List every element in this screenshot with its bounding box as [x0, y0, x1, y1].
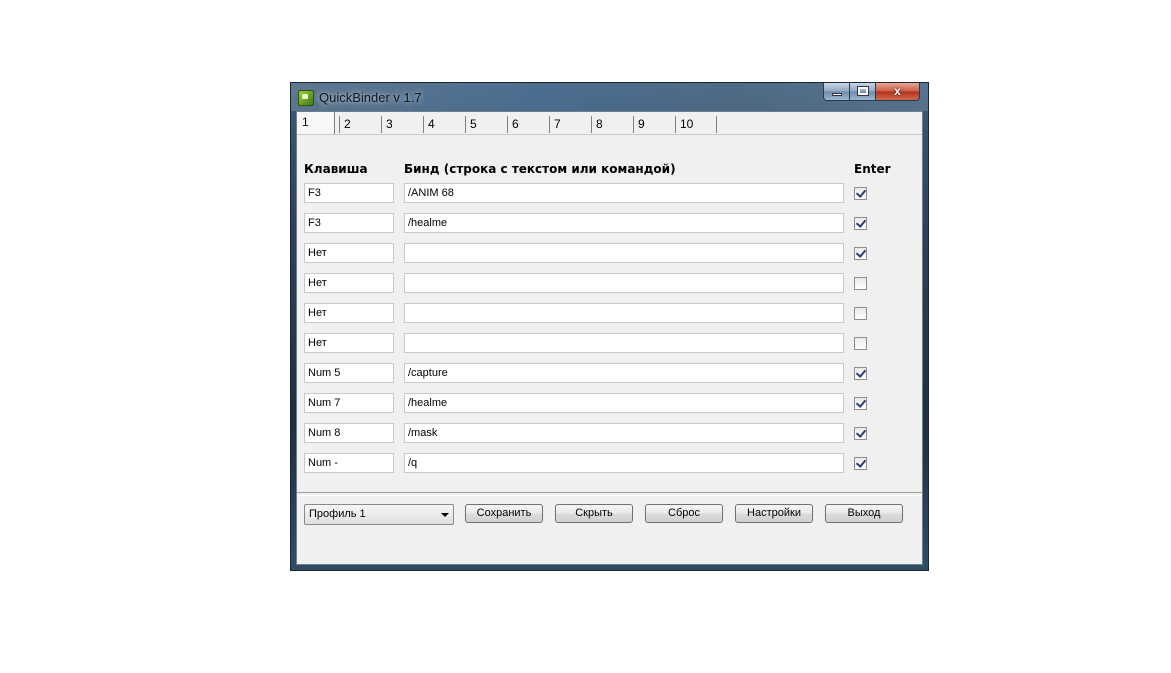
bind-text-field[interactable]: /healme [404, 393, 844, 413]
maximize-button[interactable] [850, 83, 876, 101]
enter-checkbox[interactable] [854, 367, 867, 380]
bind-row: Num - /q [297, 453, 922, 473]
hotkey-field[interactable]: Num - [304, 453, 394, 473]
hotkey-field[interactable]: Нет [304, 273, 394, 293]
bind-text-field[interactable] [404, 273, 844, 293]
close-button[interactable]: x [876, 83, 920, 101]
hotkey-field[interactable]: F3 [304, 183, 394, 203]
hotkey-field[interactable]: Нет [304, 333, 394, 353]
title-bar[interactable]: QuickBinder v 1.7 x [291, 83, 928, 111]
tab-5[interactable]: 5 [465, 116, 507, 133]
settings-button[interactable]: Настройки [735, 504, 813, 523]
enter-checkbox[interactable] [854, 217, 867, 230]
tab-strip: 1 2 3 4 5 6 7 8 9 10 [297, 112, 922, 135]
hotkey-field[interactable]: Num 7 [304, 393, 394, 413]
bind-row: Нет [297, 243, 922, 263]
exit-button[interactable]: Выход [825, 504, 903, 523]
chevron-down-icon [441, 513, 449, 517]
enter-checkbox[interactable] [854, 337, 867, 350]
hotkey-field[interactable]: Нет [304, 303, 394, 323]
profile-select-value: Профиль 1 [309, 508, 366, 520]
minimize-icon [832, 93, 842, 96]
bind-text-field[interactable]: /ANIM 68 [404, 183, 844, 203]
hotkey-field[interactable]: Num 5 [304, 363, 394, 383]
maximize-icon [857, 86, 869, 96]
tab-9[interactable]: 9 [633, 116, 675, 133]
bind-text-field[interactable]: /healme [404, 213, 844, 233]
enter-column-header: Enter [854, 162, 891, 176]
key-column-header: Клавиша [304, 162, 368, 176]
enter-checkbox[interactable] [854, 457, 867, 470]
close-icon: x [894, 84, 901, 98]
bind-text-field[interactable]: /mask [404, 423, 844, 443]
tab-6[interactable]: 6 [507, 116, 549, 133]
enter-checkbox[interactable] [854, 187, 867, 200]
tab-8[interactable]: 8 [591, 116, 633, 133]
hotkey-field[interactable]: F3 [304, 213, 394, 233]
window-title: QuickBinder v 1.7 [319, 90, 422, 105]
bind-row: Нет [297, 333, 922, 353]
bind-column-header: Бинд (строка с текстом или командой) [404, 162, 676, 176]
tab-2[interactable]: 2 [339, 116, 381, 133]
enter-checkbox[interactable] [854, 307, 867, 320]
bind-row: Нет [297, 303, 922, 323]
tab-10[interactable]: 10 [675, 116, 717, 133]
tab-1[interactable]: 1 [297, 112, 335, 134]
enter-checkbox[interactable] [854, 427, 867, 440]
minimize-button[interactable] [823, 83, 850, 101]
bind-row: F3 /healme [297, 213, 922, 233]
bind-text-field[interactable]: /q [404, 453, 844, 473]
bind-row: F3 /ANIM 68 [297, 183, 922, 203]
enter-checkbox[interactable] [854, 247, 867, 260]
save-button[interactable]: Сохранить [465, 504, 543, 523]
tab-7[interactable]: 7 [549, 116, 591, 133]
bind-row: Num 5 /capture [297, 363, 922, 383]
caption-buttons: x [823, 83, 920, 103]
bind-text-field[interactable]: /capture [404, 363, 844, 383]
bind-row: Num 8 /mask [297, 423, 922, 443]
bind-text-field[interactable] [404, 303, 844, 323]
divider [297, 492, 922, 496]
bind-text-field[interactable] [404, 333, 844, 353]
app-window: QuickBinder v 1.7 x 1 2 3 4 5 6 7 8 9 10 [290, 82, 929, 571]
bind-text-field[interactable] [404, 243, 844, 263]
app-icon [298, 90, 314, 106]
client-area: 1 2 3 4 5 6 7 8 9 10 Клавиша Бинд (строк… [296, 111, 923, 565]
bind-row: Num 7 /healme [297, 393, 922, 413]
tab-4[interactable]: 4 [423, 116, 465, 133]
enter-checkbox[interactable] [854, 277, 867, 290]
profile-select[interactable]: Профиль 1 [304, 504, 454, 525]
hide-button[interactable]: Скрыть [555, 504, 633, 523]
reset-button[interactable]: Сброс [645, 504, 723, 523]
hotkey-field[interactable]: Нет [304, 243, 394, 263]
bind-row: Нет [297, 273, 922, 293]
tab-3[interactable]: 3 [381, 116, 423, 133]
enter-checkbox[interactable] [854, 397, 867, 410]
hotkey-field[interactable]: Num 8 [304, 423, 394, 443]
